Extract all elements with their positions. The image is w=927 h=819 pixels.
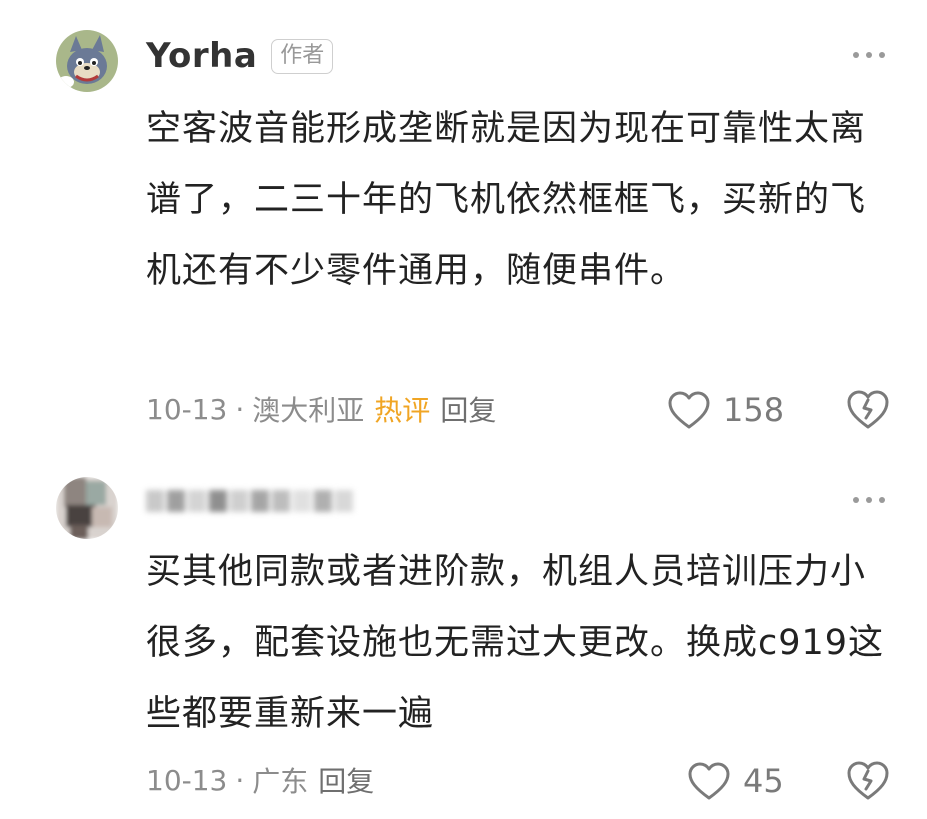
meta-separator: ·: [235, 763, 245, 797]
comment-meta: 10-13 · 广东 回复: [146, 755, 374, 805]
broken-heart-icon: [847, 761, 889, 800]
author-badge: 作者: [271, 38, 334, 74]
comment-date: 10-13: [146, 392, 228, 426]
comment-location: 广东: [252, 765, 309, 798]
dislike-button[interactable]: [846, 388, 890, 432]
hot-comment-badge: 热评: [374, 394, 431, 427]
like-count: 158: [723, 391, 785, 429]
reply-button[interactable]: 回复: [440, 389, 496, 429]
comment-item: Yorha 作者 空客波音能形成垄断就是因为现在可靠性太离谱了，二三十年的飞机依…: [0, 0, 927, 450]
comment-location: 澳大利亚: [252, 394, 365, 427]
meta-separator: ·: [235, 392, 245, 426]
broken-heart-icon: [847, 390, 889, 429]
more-options-icon[interactable]: [853, 495, 885, 505]
blurred-avatar-icon: [56, 477, 118, 539]
reply-button[interactable]: 回复: [318, 760, 374, 800]
comment-date: 10-13: [146, 763, 228, 797]
avatar[interactable]: [56, 477, 118, 539]
avatar[interactable]: [56, 30, 118, 92]
author-row: [146, 476, 353, 526]
dislike-button[interactable]: [846, 759, 890, 803]
comment-text: 买其他同款或者进阶款，机组人员培训压力小很多，配套设施也无需过大更改。换成c91…: [146, 552, 885, 734]
author-row: Yorha 作者: [146, 31, 334, 81]
heart-icon: [688, 762, 730, 800]
comment-text: 空客波音能形成垄断就是因为现在可靠性太离谱了，二三十年的飞机依然框框飞，买新的飞…: [146, 109, 867, 291]
author-name[interactable]: Yorha: [146, 36, 257, 76]
comment-meta: 10-13 · 澳大利亚 热评 回复: [146, 384, 496, 434]
like-button[interactable]: 45: [687, 756, 784, 806]
author-name-blurred[interactable]: [146, 490, 353, 512]
comment-item: 买其他同款或者进阶款，机组人员培训压力小很多，配套设施也无需过大更改。换成c91…: [0, 450, 927, 819]
like-button[interactable]: 158: [667, 385, 784, 435]
heart-icon: [668, 391, 710, 429]
like-count: 45: [743, 762, 784, 800]
more-options-icon[interactable]: [853, 50, 885, 60]
cartoon-cat-avatar-icon: [56, 30, 118, 92]
